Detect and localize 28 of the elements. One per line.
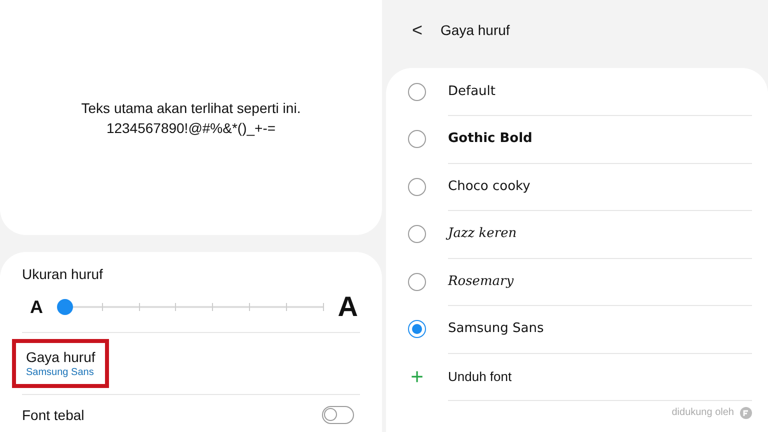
page-title: Gaya huruf (440, 22, 510, 38)
bold-font-toggle[interactable] (322, 406, 354, 424)
radio-button[interactable] (408, 225, 426, 244)
slider-thumb[interactable] (57, 299, 73, 315)
font-option[interactable]: Gothic Bold (448, 115, 752, 164)
radio-button[interactable] (408, 320, 426, 338)
back-button[interactable]: < (408, 20, 427, 40)
font-option[interactable]: Rosemary (448, 258, 752, 306)
radio-button[interactable] (408, 82, 426, 101)
font-size-slider[interactable] (57, 299, 324, 315)
large-a-glyph: A (338, 291, 359, 323)
radio-button[interactable] (408, 272, 426, 291)
font-option[interactable]: Samsung Sans (448, 305, 752, 354)
font-style-item[interactable]: Gaya huruf Samsung Sans (12, 339, 110, 388)
font-option[interactable]: Choco cooky (448, 162, 752, 211)
font-option[interactable]: Default (448, 68, 752, 116)
powered-by-text: didukung oleh (672, 407, 734, 418)
preview-text: Teks utama akan terlihat seperti ini. (81, 100, 301, 116)
bold-font-label: Font tebal (22, 407, 84, 423)
logo-icon (740, 406, 752, 418)
radio-button[interactable] (408, 178, 426, 196)
plus-icon: + (408, 364, 426, 390)
preview-sample: 1234567890!@#%&*()_+-= (106, 120, 276, 136)
download-font-link[interactable]: Unduh font (448, 352, 752, 401)
radio-button[interactable] (408, 130, 426, 148)
font-size-label: Ukuran huruf (22, 266, 104, 282)
small-a-glyph: A (29, 296, 43, 318)
font-option[interactable]: Jazz keren (448, 210, 752, 258)
